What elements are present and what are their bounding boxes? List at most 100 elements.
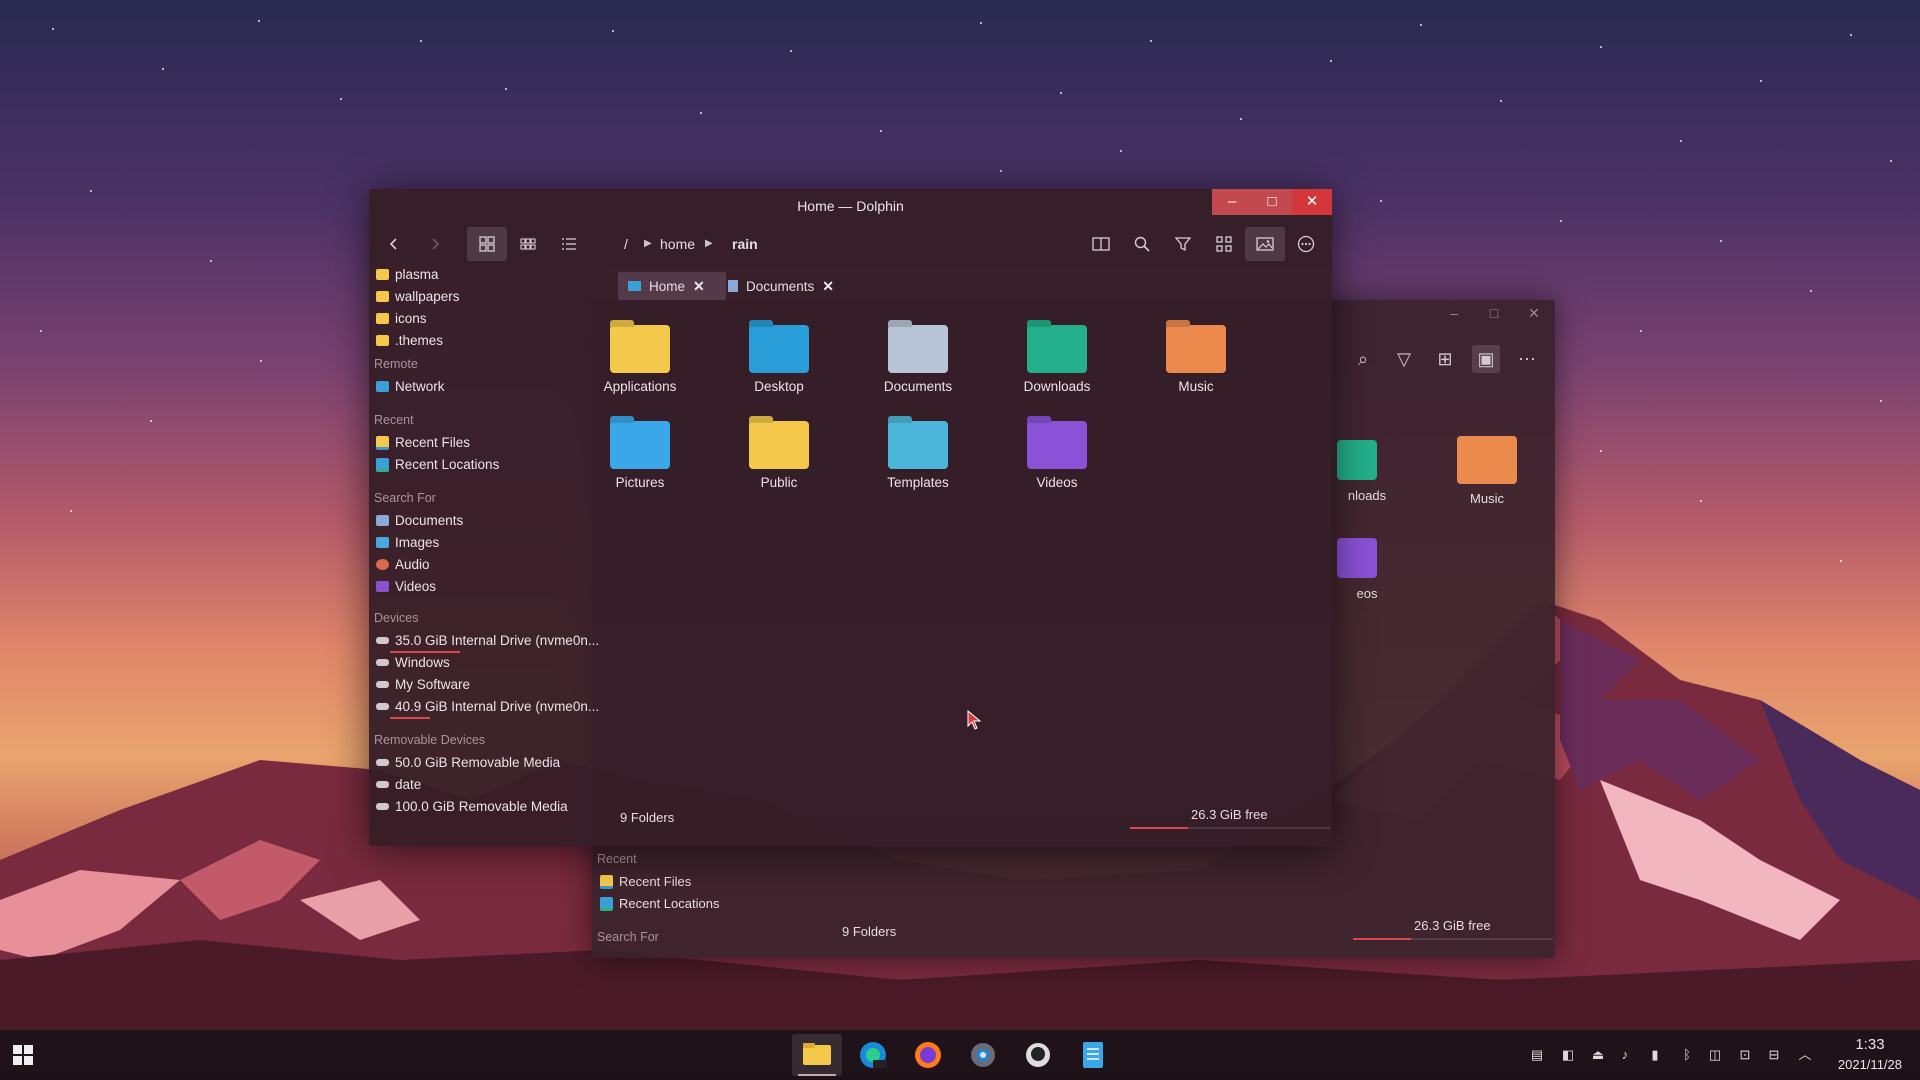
filter-icon[interactable]: ▽ <box>1390 345 1418 373</box>
folder-label: Videos <box>1036 475 1078 490</box>
forward-button[interactable] <box>415 227 455 261</box>
sidebar-item-search-documents[interactable]: Documents <box>376 513 463 528</box>
sidebar-section-removable: Removable Devices <box>374 733 486 747</box>
details-view-button[interactable] <box>549 227 589 261</box>
search-button[interactable] <box>1122 227 1162 261</box>
taskbar-notes[interactable] <box>1068 1034 1118 1076</box>
view-mode-button[interactable] <box>1204 227 1244 261</box>
disk-usage-bar <box>1130 827 1330 829</box>
sidebar-item-removable-50[interactable]: 50.0 GiB Removable Media <box>376 755 560 770</box>
sidebar-item-recent-locations[interactable]: Recent Locations <box>600 896 719 911</box>
folder-item[interactable]: Public <box>724 416 834 490</box>
breadcrumb-home[interactable]: home <box>660 236 695 252</box>
sidebar-item-plasma[interactable]: plasma <box>376 267 439 282</box>
menu-icon[interactable]: ⋯ <box>1513 345 1541 373</box>
taskbar-edge-dev[interactable] <box>848 1034 898 1076</box>
chevron-up-icon[interactable]: ︿ <box>1797 1047 1813 1063</box>
preview-button[interactable] <box>1245 227 1285 261</box>
taskbar-settings[interactable] <box>958 1034 1008 1076</box>
templates-folder-icon <box>888 416 948 469</box>
sidebar-item-date[interactable]: date <box>376 777 421 792</box>
close-icon[interactable]: ✕ <box>1523 302 1545 324</box>
sidebar-item-my-software[interactable]: My Software <box>376 677 470 692</box>
sidebar-item-drive-35[interactable]: 35.0 GiB Internal Drive (nvme0n... <box>376 633 599 648</box>
clock[interactable]: 1:33 2021/11/28 <box>1838 1036 1902 1072</box>
back-button[interactable] <box>374 227 414 261</box>
battery-icon[interactable]: ▮ <box>1647 1047 1663 1063</box>
title-bar[interactable]: Home — Dolphin – □ ✕ <box>369 189 1332 223</box>
taskbar-dolphin[interactable] <box>792 1034 842 1076</box>
more-button[interactable] <box>1286 227 1326 261</box>
maximize-button[interactable]: □ <box>1252 189 1292 215</box>
drive-icon <box>376 703 389 710</box>
folder-item[interactable]: nloads <box>1337 440 1397 503</box>
compact-view-button[interactable] <box>508 227 548 261</box>
folder-item[interactable]: Desktop <box>724 320 834 394</box>
view-grid-icon[interactable]: ⊞ <box>1431 345 1459 373</box>
network-tray-icon[interactable]: ⊡ <box>1737 1047 1753 1063</box>
folder-item[interactable]: Music <box>1141 320 1251 394</box>
folder-item[interactable]: Documents <box>863 320 973 394</box>
folder-item[interactable]: Applications <box>585 320 695 394</box>
tab-documents[interactable]: Documents ✕ <box>718 272 844 300</box>
breadcrumb-rain[interactable]: rain <box>732 236 758 252</box>
folder-item[interactable]: Videos <box>1002 416 1112 490</box>
close-tab-icon[interactable]: ✕ <box>822 278 834 295</box>
drive-tray-icon[interactable]: ⏏ <box>1590 1047 1606 1063</box>
recent-locations-icon <box>376 457 389 472</box>
folder-item[interactable]: Downloads <box>1002 320 1112 394</box>
folder-label: Pictures <box>615 475 665 490</box>
dolphin-window[interactable]: Home — Dolphin – □ ✕ / ▶ home ▶ rain pla… <box>369 189 1332 846</box>
search-icon[interactable]: ⌕ <box>1349 345 1377 373</box>
sidebar-item-windows[interactable]: Windows <box>376 655 450 670</box>
folder-item[interactable]: Music <box>1432 436 1542 506</box>
folder-item[interactable]: Pictures <box>585 416 695 490</box>
folder-label: Public <box>760 475 798 490</box>
sidebar-item-recent-files[interactable]: Recent Files <box>376 435 470 450</box>
close-tab-icon[interactable]: ✕ <box>693 278 705 295</box>
sidebar-item-removable-100[interactable]: 100.0 GiB Removable Media <box>376 799 568 814</box>
volume-icon[interactable]: ♪ <box>1617 1047 1633 1063</box>
folder-label: Applications <box>603 379 677 394</box>
taskbar-firefox[interactable] <box>903 1034 953 1076</box>
sidebar-item-search-videos[interactable]: Videos <box>376 579 436 594</box>
filter-button[interactable] <box>1163 227 1203 261</box>
breadcrumb-root[interactable]: / <box>624 236 628 252</box>
sidebar-item-search-audio[interactable]: Audio <box>376 557 430 572</box>
minimize-icon[interactable]: – <box>1443 302 1465 324</box>
sidebar-section-search: Search For <box>597 930 659 944</box>
notifications-icon[interactable]: ▤ <box>1529 1047 1545 1063</box>
maximize-icon[interactable]: □ <box>1483 302 1505 324</box>
arrow-left-icon <box>389 238 397 250</box>
device-icon[interactable]: ◫ <box>1707 1047 1723 1063</box>
bluetooth-icon[interactable]: ᛒ <box>1679 1047 1695 1063</box>
removable-drive-icon <box>376 759 389 766</box>
removable-drive-icon <box>376 803 389 810</box>
tab-home[interactable]: Home ✕ <box>618 272 726 300</box>
removable-drive-icon <box>376 781 389 788</box>
sidebar-item-recent-locations[interactable]: Recent Locations <box>376 457 499 472</box>
icons-view-button[interactable] <box>467 227 507 261</box>
minimize-button[interactable]: – <box>1212 189 1252 215</box>
sidebar-item-search-images[interactable]: Images <box>376 535 439 550</box>
start-menu-button[interactable] <box>0 1034 46 1076</box>
clipboard-icon[interactable]: ◧ <box>1560 1047 1576 1063</box>
sidebar-item-drive-40[interactable]: 40.9 GiB Internal Drive (nvme0n... <box>376 699 599 714</box>
split-view-button[interactable] <box>1081 227 1121 261</box>
network-wired-icon[interactable]: ⊟ <box>1766 1047 1782 1063</box>
sidebar-item-network[interactable]: Network <box>376 379 445 394</box>
filter-icon <box>1175 237 1191 252</box>
taskbar-github[interactable] <box>1013 1034 1063 1076</box>
close-button[interactable]: ✕ <box>1292 189 1332 215</box>
folder-item[interactable]: Templates <box>863 416 973 490</box>
sidebar-item-wallpapers[interactable]: wallpapers <box>376 289 460 304</box>
preview-icon[interactable]: ▣ <box>1472 345 1500 373</box>
grid-small-icon <box>520 238 536 250</box>
list-icon <box>562 238 576 250</box>
sidebar-item-recent-files[interactable]: Recent Files <box>600 874 691 889</box>
folder-item[interactable]: eos <box>1337 538 1397 601</box>
sidebar-item-themes[interactable]: .themes <box>376 333 443 348</box>
sidebar-item-icons[interactable]: icons <box>376 311 427 326</box>
folder-icon <box>376 291 389 302</box>
applications-folder-icon <box>610 320 670 373</box>
